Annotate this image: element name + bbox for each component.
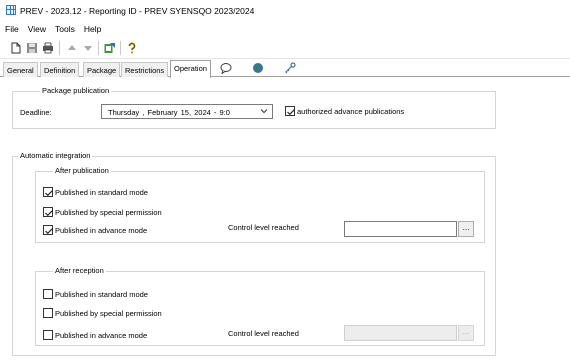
app-icon [6,5,16,15]
arrow-down-icon[interactable] [82,42,94,54]
pub-standard-mode-label: Published in standard mode [55,188,148,197]
menu-file[interactable]: File [0,22,23,36]
chevron-down-icon[interactable] [260,107,268,115]
print-icon[interactable] [42,42,54,54]
rec-advance-mode-checkbox[interactable] [43,330,53,340]
pub-standard-mode-checkbox[interactable] [43,187,53,197]
pub-advance-mode-checkbox[interactable] [43,225,53,235]
pub-advance-mode-label: Published in advance mode [55,226,148,235]
pub-control-level-label: Control level reached [228,223,299,232]
automatic-integration-legend: Automatic integration [18,151,93,160]
package-publication-legend: Package publication [40,86,112,95]
rec-standard-mode-checkbox[interactable] [43,289,53,299]
pub-control-level-browse-button[interactable]: ... [458,221,474,237]
authorized-advance-checkbox[interactable] [285,106,295,116]
new-document-icon[interactable] [10,42,22,54]
tab-definition[interactable]: Definition [40,62,80,77]
toolbar-separator [98,41,99,55]
help-icon[interactable] [126,42,138,54]
toolbar [0,37,570,59]
pub-control-level-field[interactable] [344,221,457,237]
menu-tools[interactable]: Tools [50,22,79,36]
menu-help[interactable]: Help [79,22,105,36]
toolbar-separator [59,41,60,55]
rec-advance-mode-label: Published in advance mode [55,331,148,340]
rec-standard-mode-label: Published in standard mode [55,290,148,299]
deadline-label: Deadline: [20,108,52,117]
deadline-value: Thursday , February 15, 2024 - 9:0 [108,108,230,117]
comment-icon[interactable] [220,62,232,75]
rec-special-permission-checkbox[interactable] [43,308,53,318]
rec-control-level-field[interactable] [344,325,457,341]
title-bar: PREV - 2023.12 - Reporting ID - PREV SYE… [0,0,570,21]
menu-bar: File View Tools Help [0,22,570,36]
tab-bar: General Definition Package Restrictions … [0,60,570,78]
rec-control-level-label: Control level reached [228,329,299,338]
globe-icon[interactable] [252,62,264,74]
after-publication-legend: After publication [53,166,111,175]
rec-control-level-browse-button[interactable]: ... [458,325,474,341]
arrow-up-icon[interactable] [66,42,78,54]
menu-view[interactable]: View [23,22,50,36]
tab-operation[interactable]: Operation [170,60,211,78]
deadline-datepicker[interactable]: Thursday , February 15, 2024 - 9:0 [101,104,273,119]
rec-special-permission-label: Published by special permission [55,309,162,318]
export-icon[interactable] [104,42,116,54]
pub-special-permission-label: Published by special permission [55,208,162,217]
pub-special-permission-checkbox[interactable] [43,207,53,217]
tab-package[interactable]: Package [83,62,121,77]
key-icon[interactable] [284,62,296,74]
tab-general[interactable]: General [3,62,38,77]
after-reception-legend: After reception [53,266,106,275]
save-icon[interactable] [26,42,38,54]
window-title: PREV - 2023.12 - Reporting ID - PREV SYE… [20,6,255,16]
authorized-advance-label: authorized advance publications [297,107,405,116]
toolbar-separator [120,41,121,55]
tab-restrictions[interactable]: Restrictions [121,62,169,77]
